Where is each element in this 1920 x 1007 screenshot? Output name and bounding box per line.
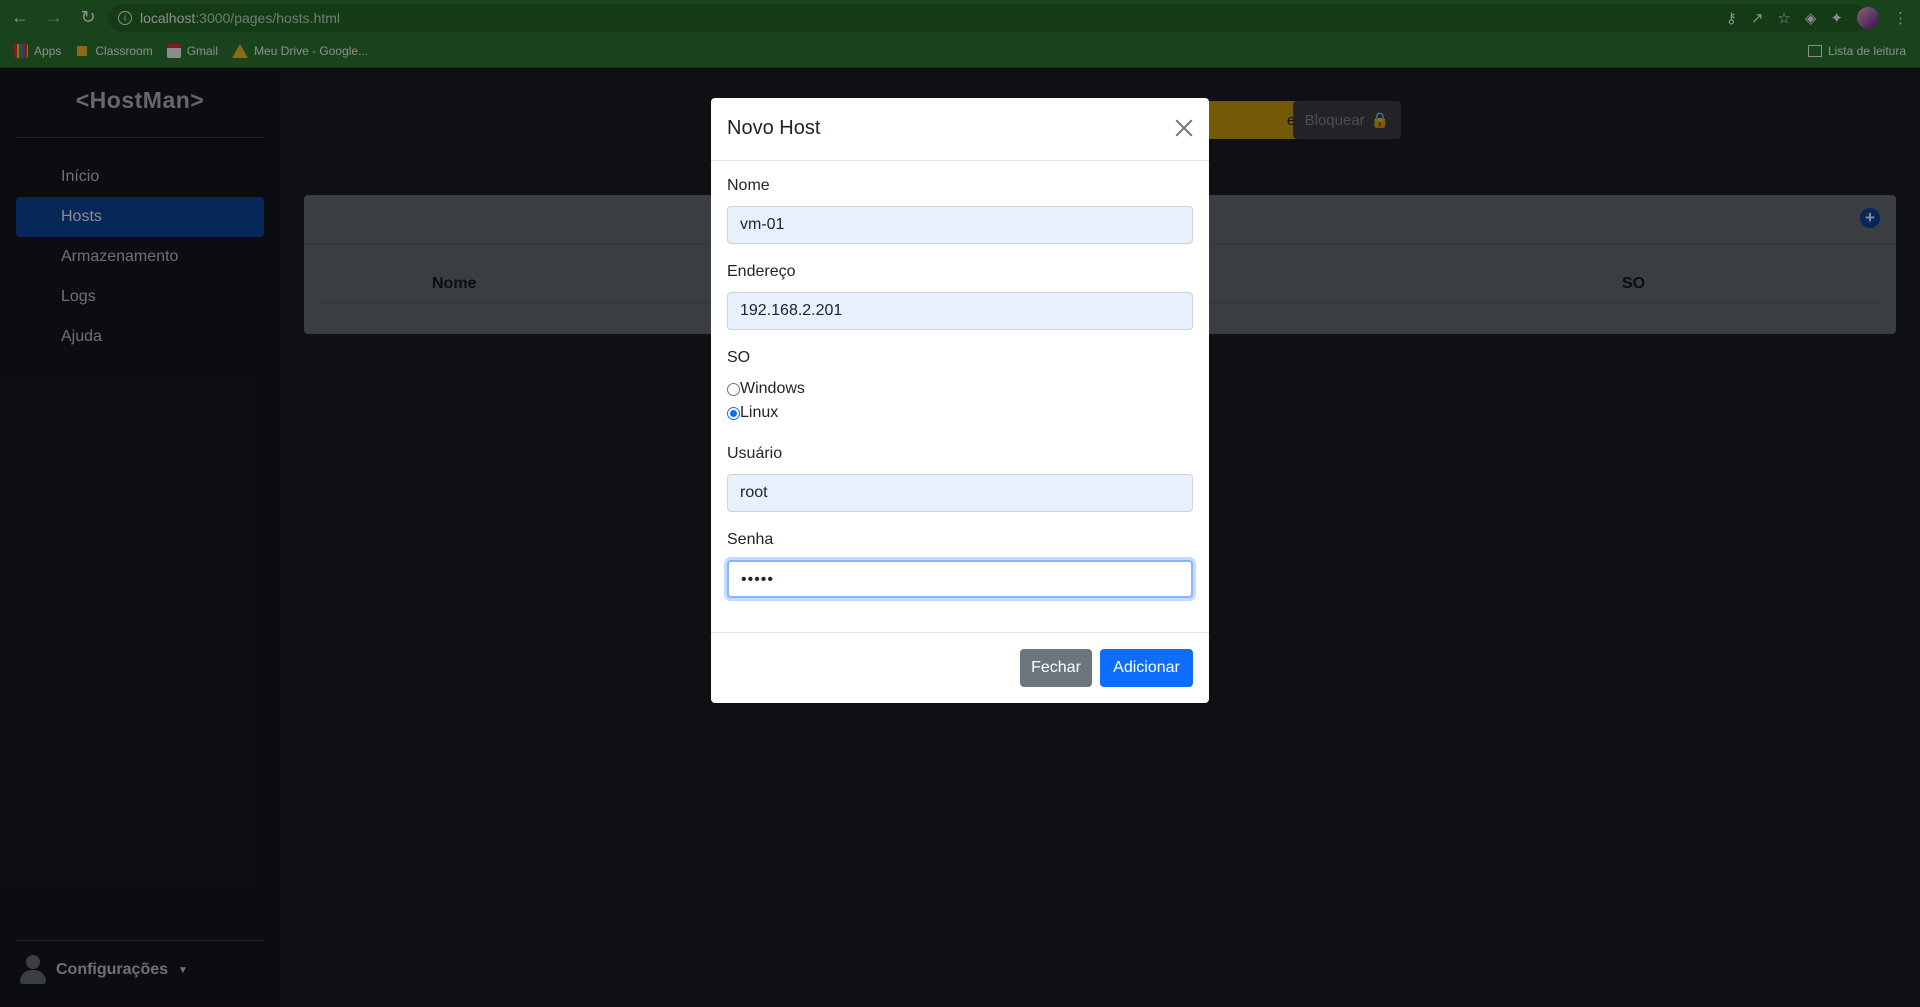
add-button[interactable]: Adicionar [1100, 649, 1193, 687]
password-input[interactable]: ••••• [727, 560, 1193, 598]
address-label: Endereço [727, 263, 796, 280]
address-input[interactable]: 192.168.2.201 [727, 292, 1193, 330]
modal-header: Novo Host [711, 98, 1209, 161]
close-icon[interactable] [1173, 117, 1195, 139]
modal-footer: Fechar Adicionar [711, 632, 1209, 703]
new-host-modal: Novo Host Nome vm-01 Endereço 192.168.2.… [711, 98, 1209, 703]
os-option-windows[interactable]: Windows [727, 380, 805, 398]
close-button[interactable]: Fechar [1020, 649, 1092, 687]
user-label: Usuário [727, 445, 783, 462]
os-option-linux[interactable]: Linux [727, 404, 778, 422]
os-label: SO [727, 349, 751, 366]
name-label: Nome [727, 177, 770, 194]
linux-radio[interactable] [727, 406, 740, 420]
user-input[interactable]: root [727, 474, 1193, 512]
modal-title: Novo Host [727, 117, 821, 139]
windows-radio[interactable] [727, 382, 740, 396]
password-label: Senha [727, 531, 774, 548]
name-input[interactable]: vm-01 [727, 206, 1193, 244]
